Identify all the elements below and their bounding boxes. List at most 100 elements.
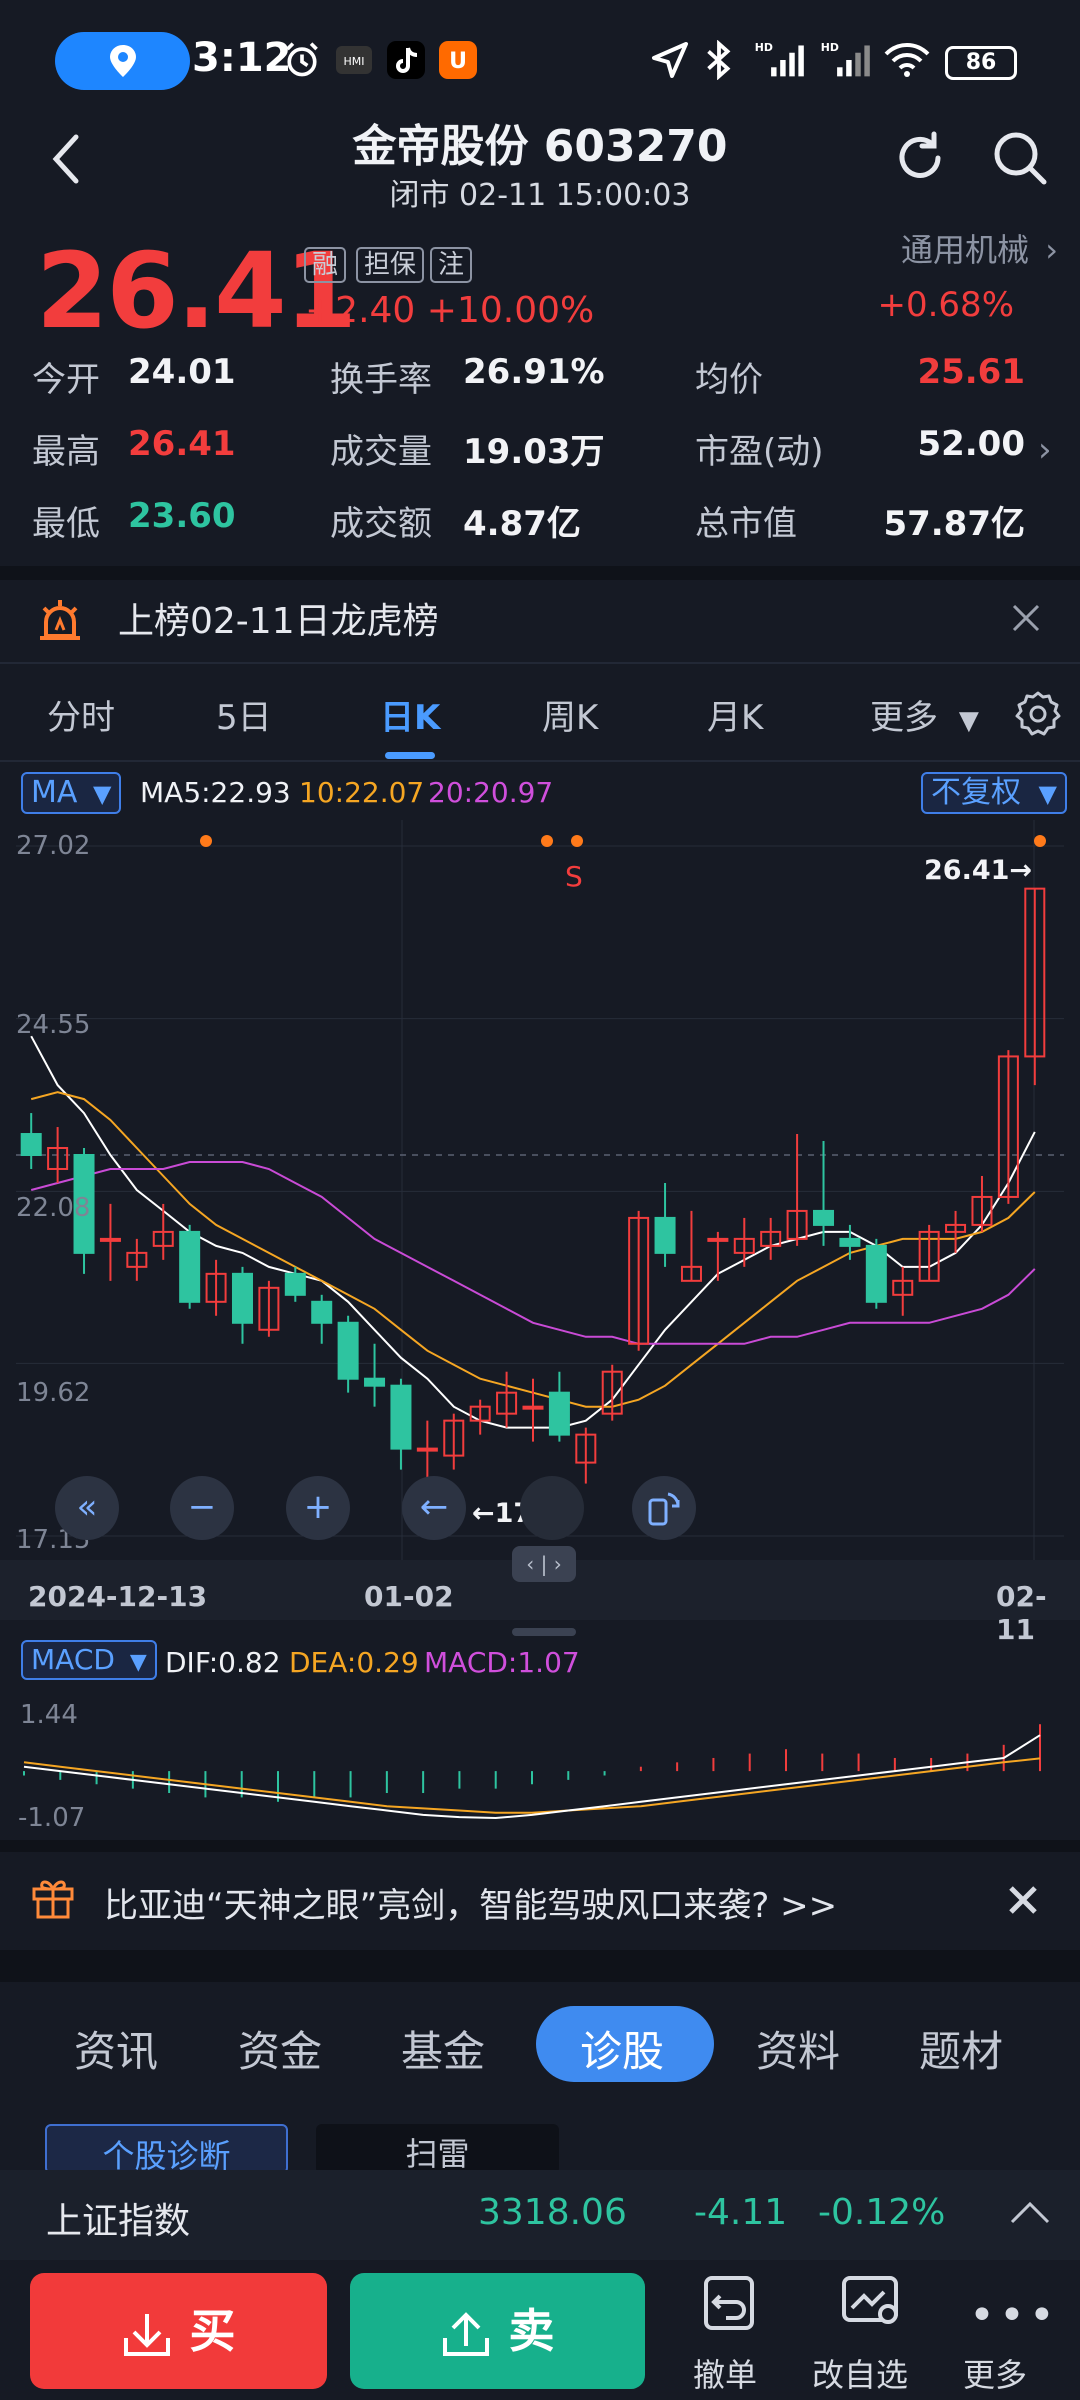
buy-button[interactable]: 买 <box>30 2273 327 2389</box>
tab-profile[interactable]: 资料 <box>756 2018 840 2079</box>
macd-chart[interactable] <box>0 1690 1080 1830</box>
stat-value-amount: 4.87亿 <box>463 504 581 544</box>
sector-name: 通用机械 <box>901 231 1030 269</box>
arrow-down-icon <box>123 2313 170 2356</box>
caret-down-icon: ▼ <box>958 706 979 736</box>
active-tab-indicator <box>385 752 435 759</box>
search-icon[interactable] <box>990 128 1050 188</box>
sell-signal-label: S <box>565 860 583 893</box>
candle-body <box>707 1237 729 1242</box>
high-price-label: 26.41→ <box>924 855 1033 886</box>
stat-label-pe: 市盈(动) <box>695 432 824 472</box>
tab-intraday[interactable]: 分时 <box>47 690 115 739</box>
location-pill[interactable] <box>55 32 190 90</box>
divider <box>0 1950 1080 1982</box>
index-change: -4.11 <box>694 2192 788 2233</box>
candle-body <box>865 1244 887 1303</box>
cancel-order-label: 撤单 <box>693 2356 758 2394</box>
tag-margin: 融 <box>304 247 347 283</box>
candle-body <box>548 1391 570 1436</box>
index-name: 上证指数 <box>46 2201 191 2242</box>
gear-icon[interactable] <box>1014 690 1062 738</box>
ma-selector[interactable]: MA ▼ <box>21 772 122 814</box>
tab-daily-k[interactable]: 日K <box>380 690 440 739</box>
clock: 3:12 <box>192 35 292 81</box>
tab-weekly-k[interactable]: 周K <box>542 690 598 739</box>
shop-icon: U <box>439 41 477 79</box>
y-axis-label: 22.08 <box>16 1193 91 1223</box>
zoom-in-button[interactable]: + <box>286 1476 350 1540</box>
rotate-screen-button[interactable] <box>632 1476 696 1540</box>
tab-diagnosis[interactable]: 诊股 <box>580 2018 664 2079</box>
ma10-legend: 10:22.07 <box>299 776 425 809</box>
candle-body <box>284 1272 306 1296</box>
candle-body <box>337 1321 359 1380</box>
chevron-right-icon[interactable]: › <box>1038 430 1052 470</box>
stat-label-open: 今开 <box>32 360 100 400</box>
ma-selector-label: MA <box>31 775 78 810</box>
sector-link[interactable]: 通用机械 › <box>901 225 1058 271</box>
scroll-handle[interactable]: ‹ | › <box>512 1546 576 1582</box>
signal-hd-icon: HD <box>821 41 870 77</box>
adjust-selector-label: 不复权 <box>931 775 1021 810</box>
zoom-out-button[interactable]: − <box>170 1476 234 1540</box>
change-amount: +2.40 <box>305 290 416 331</box>
stat-label-high: 最高 <box>32 432 100 472</box>
resize-handle[interactable] <box>512 1628 576 1636</box>
signal-dot <box>200 835 212 847</box>
tab-news[interactable]: 资讯 <box>74 2018 158 2079</box>
tab-5day[interactable]: 5日 <box>216 690 272 739</box>
scroll-left-button[interactable]: ← <box>402 1476 466 1540</box>
candle-body <box>522 1405 544 1410</box>
divider <box>0 1840 1080 1852</box>
tab-monthly-k[interactable]: 月K <box>707 690 763 739</box>
location-icon <box>110 45 136 77</box>
scroll-right-button[interactable] <box>520 1476 584 1540</box>
tab-funds[interactable]: 基金 <box>401 2018 485 2079</box>
candle-body <box>416 1447 438 1452</box>
tab-more-label: 更多 <box>870 698 938 738</box>
stat-value-high: 26.41 <box>128 424 236 464</box>
tab-themes[interactable]: 题材 <box>919 2018 1003 2079</box>
tag-collateral: 担保 <box>356 247 425 283</box>
edit-watchlist-icon <box>842 2276 898 2324</box>
subtab-risk-scan[interactable]: 扫雷 <box>316 2124 559 2174</box>
tab-capital[interactable]: 资金 <box>238 2018 322 2079</box>
signal-dot <box>541 835 553 847</box>
refresh-icon[interactable] <box>890 128 950 188</box>
bluetooth-icon <box>707 40 731 80</box>
candle-body <box>99 1237 121 1242</box>
svg-text:U: U <box>449 49 467 74</box>
chevron-up-icon[interactable] <box>1010 2200 1050 2224</box>
macd-y-label: 1.44 <box>20 1700 78 1730</box>
adjust-selector[interactable]: 不复权 ▼ <box>921 772 1068 814</box>
candle-body <box>654 1216 676 1254</box>
promo-text: 比亚迪“天神之眼”亮剑，智能驾驶风口来袭? >> <box>104 1886 838 1926</box>
stat-value-avg: 25.61 <box>917 352 1025 392</box>
macd-y-label: -1.07 <box>18 1803 86 1833</box>
dif-legend: DIF:0.82 <box>165 1646 281 1679</box>
caret-down-icon: ▼ <box>129 1650 147 1675</box>
candle-body <box>813 1209 835 1226</box>
rewind-button[interactable]: « <box>55 1476 119 1540</box>
tiktok-icon <box>387 41 425 79</box>
stat-label-turnover: 换手率 <box>330 360 432 400</box>
candle-body <box>364 1377 386 1387</box>
sell-button[interactable]: 卖 <box>350 2273 645 2389</box>
close-icon[interactable] <box>1010 602 1042 634</box>
stat-label-amount: 成交额 <box>330 504 432 544</box>
close-icon[interactable] <box>1008 1885 1038 1915</box>
more-label: 更多 <box>963 2356 1028 2394</box>
stat-value-volume: 19.03万 <box>463 432 605 472</box>
subtab-stock-diagnosis[interactable]: 个股诊断 <box>45 2124 288 2174</box>
signal-dot <box>1034 835 1046 847</box>
stat-value-open: 24.01 <box>128 352 236 392</box>
candle-body <box>390 1384 412 1450</box>
tab-more[interactable]: 更多 ▼ <box>870 690 979 739</box>
divider <box>0 662 1080 664</box>
macd-selector[interactable]: MACD ▼ <box>21 1640 157 1680</box>
caret-down-icon: ▼ <box>1038 780 1058 808</box>
svg-text:HD: HD <box>821 41 839 54</box>
candle-body <box>231 1272 253 1324</box>
battery-indicator: 86 <box>945 46 1017 80</box>
